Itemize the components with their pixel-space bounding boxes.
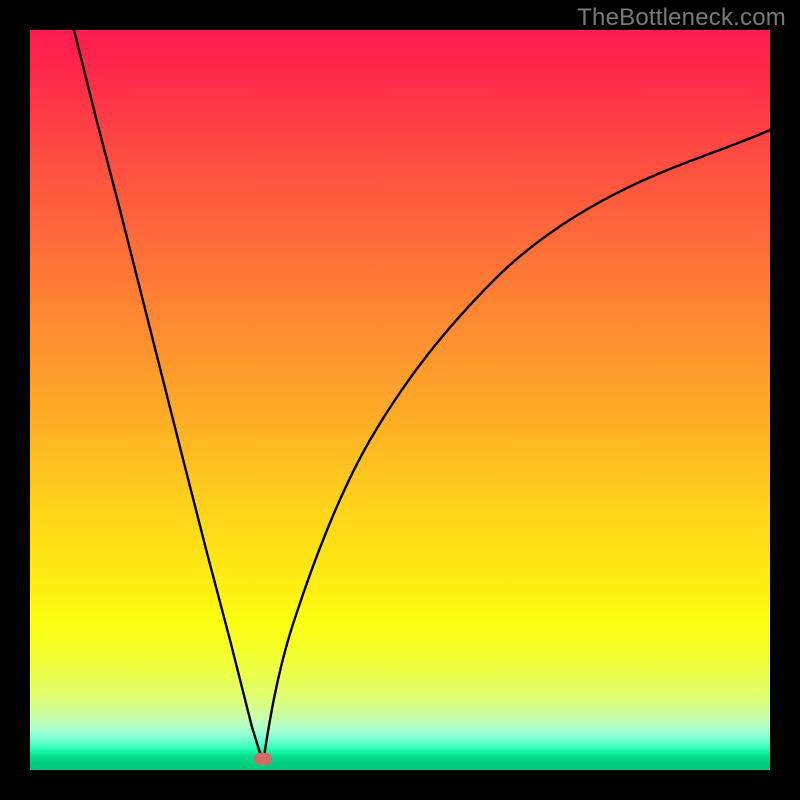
min-marker bbox=[254, 753, 272, 765]
curve-right-branch bbox=[263, 130, 770, 763]
chart-stage: TheBottleneck.com bbox=[0, 0, 800, 800]
watermark-text: TheBottleneck.com bbox=[577, 4, 786, 32]
curve-svg bbox=[30, 30, 770, 770]
plot-area bbox=[30, 30, 770, 770]
curve-left-branch bbox=[74, 30, 263, 763]
